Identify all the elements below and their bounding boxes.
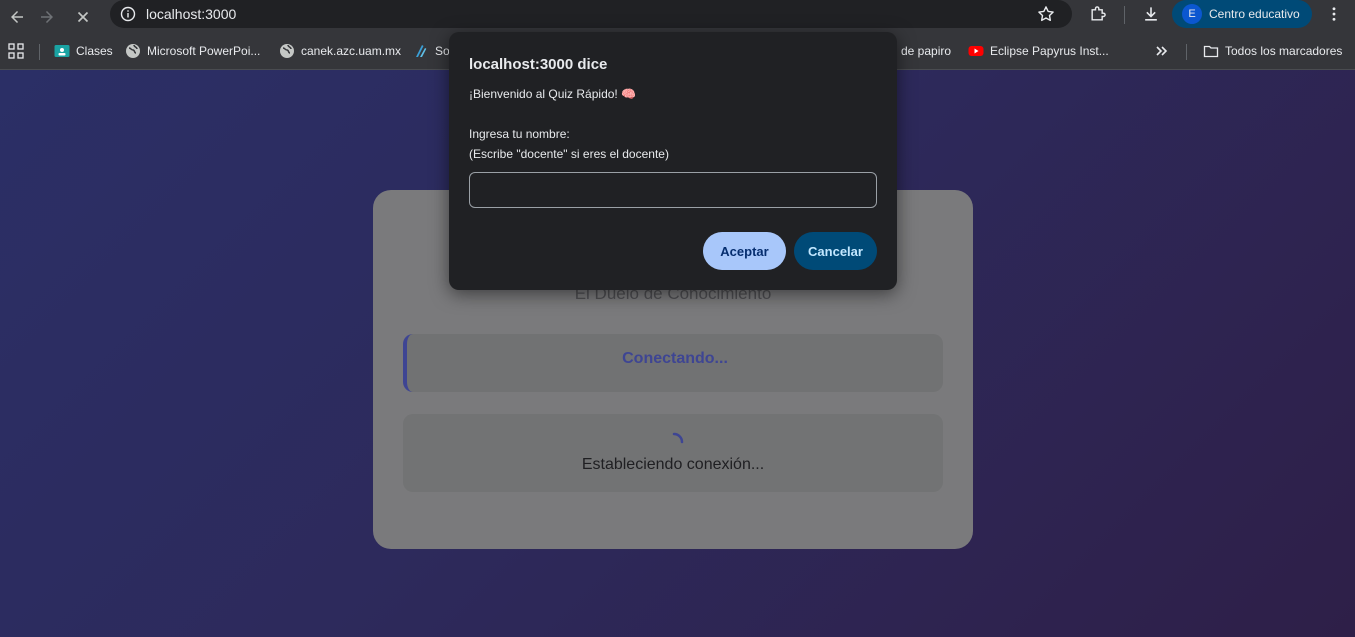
browser-menu-button[interactable]	[1323, 3, 1345, 25]
globe-icon	[279, 43, 295, 59]
address-bar[interactable]: localhost:3000	[110, 0, 1072, 28]
bookmark-canek[interactable]: canek.azc.uam.mx	[279, 41, 401, 61]
profile-name: Centro educativo	[1209, 7, 1300, 21]
cancel-button[interactable]: Cancelar	[794, 232, 877, 270]
classroom-icon	[54, 43, 70, 59]
back-arrow-icon	[11, 11, 23, 23]
loading-text: Estableciendo conexión...	[581, 456, 765, 473]
apps-grid-icon	[8, 43, 24, 59]
apps-button[interactable]	[8, 41, 24, 61]
all-bookmarks-folder[interactable]: Todos los marcadores	[1203, 41, 1342, 61]
dialog-prompt-line2: (Escribe "docente" si eres el docente)	[469, 147, 669, 161]
name-input[interactable]	[469, 172, 877, 208]
profile-button[interactable]: E Centro educativo	[1172, 0, 1312, 28]
downloads-button[interactable]	[1140, 3, 1162, 25]
globe-icon	[125, 43, 141, 59]
accept-button[interactable]: Aceptar	[703, 232, 786, 270]
kebab-menu-icon	[1332, 7, 1336, 21]
url-text[interactable]: localhost:3000	[146, 6, 236, 22]
chevron-double-right-icon	[1156, 46, 1168, 56]
close-icon	[77, 11, 89, 23]
forward-button[interactable]	[30, 4, 64, 30]
bookmark-clases[interactable]: Clases	[54, 41, 113, 61]
extensions-button[interactable]	[1087, 3, 1109, 25]
bookmark-site-icon	[413, 43, 429, 59]
avatar: E	[1182, 4, 1202, 24]
dialog-welcome: ¡Bienvenido al Quiz Rápido! 🧠	[469, 87, 637, 101]
loading-box: Estableciendo conexión...	[403, 414, 943, 492]
status-box: Conectando...	[403, 334, 943, 392]
download-icon	[1145, 7, 1157, 21]
dialog-prompt-line1: Ingresa tu nombre:	[469, 127, 570, 141]
back-button[interactable]	[0, 4, 34, 30]
site-info-icon[interactable]	[120, 6, 136, 22]
more-bookmarks-button[interactable]	[1155, 41, 1169, 61]
bookmark-powerpoint[interactable]: Microsoft PowerPoi...	[125, 41, 260, 61]
youtube-icon	[968, 43, 984, 59]
toolbar-divider	[1124, 6, 1125, 24]
bookmarks-divider	[39, 44, 40, 60]
forward-arrow-icon	[41, 11, 53, 23]
dialog-title: localhost:3000 dice	[469, 56, 608, 73]
bookmark-eclipse-papyrus[interactable]: Eclipse Papyrus Inst...	[968, 41, 1109, 61]
browser-toolbar: localhost:3000 E Centro educativo	[0, 0, 1355, 34]
spinner-icon	[672, 432, 684, 444]
folder-icon	[1203, 43, 1219, 59]
stop-loading-button[interactable]	[66, 4, 100, 30]
status-text: Conectando...	[622, 350, 728, 367]
bookmark-papiro[interactable]: de papiro	[901, 41, 951, 61]
prompt-dialog: localhost:3000 dice ¡Bienvenido al Quiz …	[449, 32, 897, 290]
puzzle-icon	[1091, 6, 1106, 21]
bookmark-star-icon[interactable]	[1036, 4, 1056, 24]
bookmarks-divider	[1186, 44, 1187, 60]
bookmark-so[interactable]: So	[413, 41, 450, 61]
